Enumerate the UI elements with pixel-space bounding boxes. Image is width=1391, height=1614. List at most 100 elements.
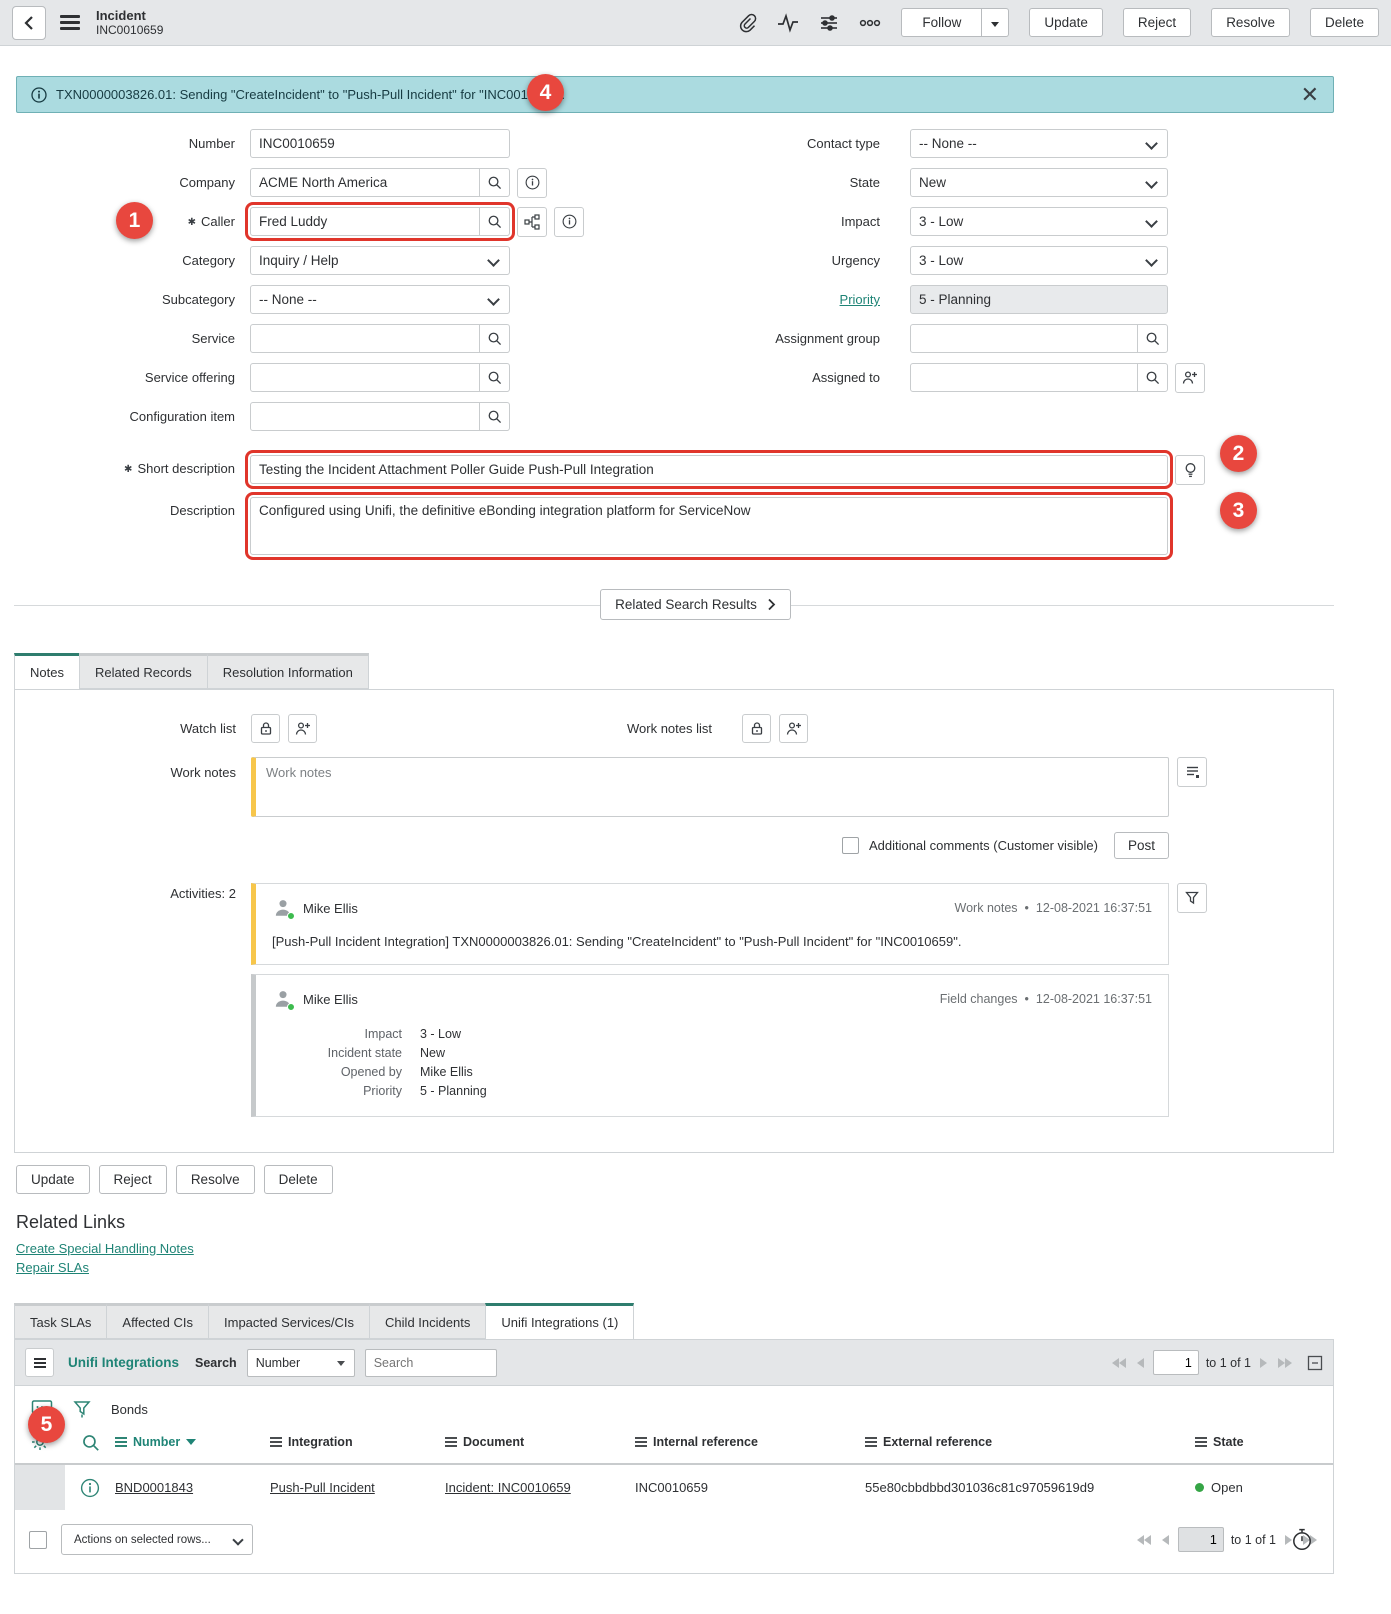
subcategory-select[interactable]: -- None -- <box>250 285 510 314</box>
service-search-icon[interactable] <box>479 325 509 352</box>
update-button-bottom[interactable]: Update <box>16 1165 90 1194</box>
tab-affected-cis[interactable]: Affected CIs <box>106 1303 208 1339</box>
caller-field[interactable] <box>251 208 479 235</box>
list-title[interactable]: Unifi Integrations <box>68 1355 179 1370</box>
impact-select[interactable]: 3 - Low <box>910 207 1168 236</box>
first-page-icon[interactable] <box>1110 1356 1128 1370</box>
tab-notes[interactable]: Notes <box>14 653 79 689</box>
back-button[interactable] <box>12 6 46 40</box>
annotation-badge-3: 3 <box>1220 492 1257 529</box>
work-notes-list-lock-icon[interactable] <box>742 714 771 743</box>
assigned-to-search-icon[interactable] <box>1137 364 1167 391</box>
next-page-icon[interactable] <box>1258 1356 1269 1370</box>
activities-filter-icon[interactable] <box>1177 883 1207 913</box>
tab-related-records[interactable]: Related Records <box>79 653 207 689</box>
assignment-group-label: Assignment group <box>740 331 880 346</box>
select-all-checkbox[interactable] <box>29 1531 47 1549</box>
row-number-link[interactable]: BND0001843 <box>115 1480 193 1495</box>
previous-page-icon[interactable] <box>1160 1533 1171 1547</box>
context-menu-icon[interactable] <box>56 11 84 34</box>
tab-resolution-information[interactable]: Resolution Information <box>207 653 369 689</box>
configuration-item-search-icon[interactable] <box>479 403 509 430</box>
previous-page-icon[interactable] <box>1135 1356 1146 1370</box>
column-header-number[interactable]: Number <box>115 1435 270 1449</box>
assignment-group-search-icon[interactable] <box>1137 325 1167 352</box>
short-description-field[interactable] <box>250 455 1168 484</box>
additional-comments-checkbox[interactable] <box>842 837 859 854</box>
company-field[interactable] <box>251 169 479 196</box>
state-select[interactable]: New <box>910 168 1168 197</box>
service-offering-field[interactable] <box>251 364 479 391</box>
first-page-icon[interactable] <box>1135 1533 1153 1547</box>
list-context-menu-icon[interactable] <box>25 1348 54 1377</box>
assigned-to-field[interactable] <box>911 364 1137 391</box>
column-header-document[interactable]: Document <box>445 1435 635 1449</box>
column-header-internal-reference[interactable]: Internal reference <box>635 1435 865 1449</box>
field-change-key: Impact <box>272 1025 402 1044</box>
list-search-toggle-icon[interactable] <box>65 1433 115 1452</box>
watch-list-add-person-icon[interactable] <box>288 714 317 743</box>
service-offering-search-icon[interactable] <box>479 364 509 391</box>
priority-label-link[interactable]: Priority <box>740 292 880 307</box>
post-button[interactable]: Post <box>1114 832 1169 859</box>
activity-stream-icon[interactable] <box>777 13 799 33</box>
row-integration-link[interactable]: Push-Pull Incident <box>270 1480 375 1495</box>
response-time-stopwatch-icon[interactable] <box>1291 1528 1313 1552</box>
row-external-reference: 55e80cbbdbbd301036c81c97059619d9 <box>865 1480 1195 1495</box>
assignment-group-field[interactable] <box>911 325 1137 352</box>
resolve-button-bottom[interactable]: Resolve <box>176 1165 255 1194</box>
watch-list-lock-icon[interactable] <box>251 714 280 743</box>
update-button[interactable]: Update <box>1029 8 1103 37</box>
column-header-state[interactable]: State <box>1195 1435 1333 1449</box>
configuration-item-field[interactable] <box>251 403 479 430</box>
service-label: Service <box>14 331 235 346</box>
delete-button[interactable]: Delete <box>1310 8 1379 37</box>
page-number-input[interactable] <box>1153 1350 1199 1375</box>
row-info-icon[interactable] <box>65 1478 115 1498</box>
delete-button-bottom[interactable]: Delete <box>264 1165 333 1194</box>
company-info-button[interactable] <box>517 168 547 198</box>
description-field[interactable]: Configured using Unifi, the definitive e… <box>250 497 1168 555</box>
list-filter-icon[interactable] <box>73 1400 91 1419</box>
company-search-icon[interactable] <box>479 169 509 196</box>
contact-type-select[interactable]: -- None -- <box>910 129 1168 158</box>
column-header-integration[interactable]: Integration <box>270 1435 445 1449</box>
urgency-select[interactable]: 3 - Low <box>910 246 1168 275</box>
service-field[interactable] <box>251 325 479 352</box>
list-search-input[interactable] <box>365 1349 497 1377</box>
tab-child-incidents[interactable]: Child Incidents <box>369 1303 485 1339</box>
last-page-icon[interactable] <box>1276 1356 1294 1370</box>
tab-impacted-services[interactable]: Impacted Services/CIs <box>208 1303 369 1339</box>
reject-button-bottom[interactable]: Reject <box>99 1165 167 1194</box>
repair-slas-link[interactable]: Repair SLAs <box>16 1260 1391 1275</box>
row-document-link[interactable]: Incident: INC0010659 <box>445 1480 571 1495</box>
create-special-handling-notes-link[interactable]: Create Special Handling Notes <box>16 1241 1391 1256</box>
reject-button[interactable]: Reject <box>1123 8 1191 37</box>
follow-dropdown-button[interactable] <box>982 8 1009 37</box>
personalize-form-icon[interactable] <box>819 13 839 33</box>
number-field[interactable] <box>250 129 510 158</box>
work-notes-list-add-person-icon[interactable] <box>779 714 808 743</box>
caller-org-chart-button[interactable] <box>517 207 547 237</box>
work-notes-display-icon[interactable] <box>1177 757 1207 787</box>
tab-unifi-integrations[interactable]: Unifi Integrations (1) <box>485 1303 634 1339</box>
row-select-gutter[interactable] <box>15 1465 65 1510</box>
category-select[interactable]: Inquiry / Help <box>250 246 510 275</box>
work-notes-input[interactable] <box>251 757 1169 817</box>
related-search-results-button[interactable]: Related Search Results <box>600 589 791 620</box>
banner-close-icon[interactable]: ✕ <box>1301 84 1319 106</box>
column-header-external-reference[interactable]: External reference <box>865 1435 1195 1449</box>
caller-info-button[interactable] <box>554 207 584 237</box>
collapse-list-icon[interactable] <box>1307 1355 1323 1371</box>
assign-to-me-icon[interactable] <box>1175 363 1205 393</box>
follow-button[interactable]: Follow <box>901 8 982 37</box>
resolve-button[interactable]: Resolve <box>1211 8 1290 37</box>
search-field-select[interactable]: Number <box>247 1349 355 1377</box>
caller-search-icon[interactable] <box>479 208 509 235</box>
actions-on-selected-rows-select[interactable]: Actions on selected rows... <box>61 1524 253 1555</box>
more-options-icon[interactable] <box>859 19 881 27</box>
suggestion-lightbulb-icon[interactable] <box>1175 455 1205 485</box>
attachment-icon[interactable] <box>737 13 757 33</box>
tab-task-slas[interactable]: Task SLAs <box>14 1303 106 1339</box>
page-number-input[interactable] <box>1178 1527 1224 1552</box>
